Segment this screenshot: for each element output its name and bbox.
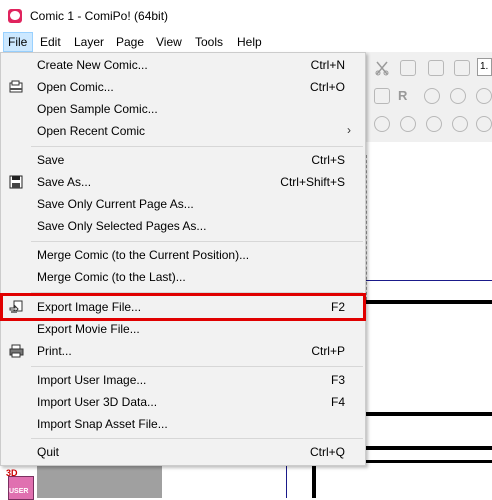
panel-guide-line-v (286, 466, 287, 498)
copy-icon[interactable] (400, 60, 416, 76)
title-bar: Comic 1 - ComiPo! (64bit) (0, 0, 492, 33)
menu-edit[interactable]: Edit (40, 32, 61, 52)
rotate-right-icon[interactable] (450, 88, 466, 104)
page-guide (366, 155, 367, 300)
menu-item-print[interactable]: Print... Ctrl+P (3, 340, 363, 362)
menu-item-open-sample-comic[interactable]: Open Sample Comic... (3, 98, 363, 120)
menu-item-import-snap-asset[interactable]: Import Snap Asset File... (3, 413, 363, 435)
menu-item-save[interactable]: Save Ctrl+S (3, 149, 363, 171)
menu-view[interactable]: View (156, 32, 182, 52)
export-image-highlight-box (0, 293, 366, 321)
submenu-arrow-icon: › (347, 123, 351, 137)
menu-item-merge-current[interactable]: Merge Comic (to the Current Position)... (3, 244, 363, 266)
menu-layer[interactable]: Layer (74, 32, 104, 52)
pose-icon-5[interactable] (476, 116, 492, 132)
pose-icon-2[interactable] (400, 116, 416, 132)
menu-page[interactable]: Page (116, 32, 144, 52)
menu-item-create-new-comic[interactable]: Create New Comic... Ctrl+N (3, 54, 363, 76)
menu-item-open-comic[interactable]: Open Comic... Ctrl+O (3, 76, 363, 98)
menu-item-open-recent-comic[interactable]: Open Recent Comic › (3, 120, 363, 142)
delete-icon[interactable] (454, 60, 470, 76)
zoom-input[interactable]: 1. (477, 58, 492, 76)
user-3d-icon[interactable]: 3D USER (6, 468, 34, 500)
menu-item-import-user-3d[interactable]: Import User 3D Data... F4 (3, 391, 363, 413)
scissors-icon[interactable] (374, 60, 390, 76)
pose-icon-3[interactable] (426, 116, 442, 132)
menu-item-import-user-image[interactable]: Import User Image... F3 (3, 369, 363, 391)
menu-file[interactable]: File (3, 32, 33, 52)
pose-icon-4[interactable] (452, 116, 468, 132)
toolbar: R (366, 52, 492, 142)
select-icon[interactable] (374, 88, 390, 104)
window-title: Comic 1 - ComiPo! (64bit) (30, 9, 169, 23)
reset-icon[interactable]: R (398, 88, 414, 104)
menu-bar: File Edit Layer Page View Tools Help (0, 32, 492, 52)
menu-separator (31, 438, 363, 439)
menu-item-save-as[interactable]: Save As... Ctrl+Shift+S (3, 171, 363, 193)
menu-tools[interactable]: Tools (195, 32, 223, 52)
comipo-app-icon (8, 9, 22, 23)
panel-guide-line (366, 280, 492, 281)
menu-item-quit[interactable]: Quit Ctrl+Q (3, 441, 363, 463)
menu-item-save-selected-pages[interactable]: Save Only Selected Pages As... (3, 215, 363, 237)
paste-icon[interactable] (428, 60, 444, 76)
menu-separator (31, 146, 363, 147)
menu-separator (31, 241, 363, 242)
flip-icon[interactable] (476, 88, 492, 104)
floppy-disk-icon (9, 175, 24, 189)
printer-icon (9, 344, 24, 358)
open-folder-icon (9, 80, 24, 94)
file-menu-dropdown: Create New Comic... Ctrl+N Open Comic...… (0, 52, 366, 466)
menu-separator (31, 366, 363, 367)
menu-item-save-current-page[interactable]: Save Only Current Page As... (3, 193, 363, 215)
menu-item-merge-last[interactable]: Merge Comic (to the Last)... (3, 266, 363, 288)
pose-icon-1[interactable] (374, 116, 390, 132)
menu-item-export-movie[interactable]: Export Movie File... (3, 318, 363, 340)
rotate-left-icon[interactable] (424, 88, 440, 104)
menu-help[interactable]: Help (237, 32, 262, 52)
